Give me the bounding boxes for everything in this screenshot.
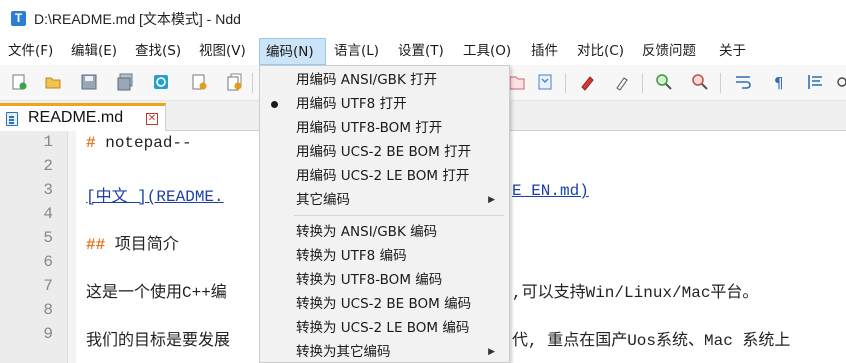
menu-item-open-ucs2-le-bom[interactable]: 用编码 UCS-2 LE BOM 打开 (260, 164, 509, 188)
toolbar-separator (642, 73, 643, 93)
document-icon (6, 112, 18, 126)
checked-radio-icon (271, 101, 278, 108)
line-number: 7 (43, 277, 53, 295)
toolbar-separator (720, 73, 721, 93)
code-line-7: 这是一个使用C++编 (86, 284, 227, 302)
zoom-out-icon[interactable] (691, 73, 709, 91)
line-number-gutter: 1 2 3 4 5 6 7 8 9 (0, 131, 68, 363)
menu-tools[interactable]: 工具(O) (463, 38, 511, 65)
code-line-3-tail: E_EN.md) (512, 182, 589, 200)
menu-encoding[interactable]: 编码(N) (259, 38, 326, 65)
menu-item-open-ucs2-be-bom[interactable]: 用编码 UCS-2 BE BOM 打开 (260, 140, 509, 164)
link-text[interactable]: E_EN.md) (512, 182, 589, 200)
reload-icon[interactable] (152, 73, 170, 91)
menu-item-convert-other[interactable]: 转换为其它编码 ▶ (260, 340, 509, 363)
menu-item-convert-utf8[interactable]: 转换为 UTF8 编码 (260, 244, 509, 268)
line-number: 5 (43, 229, 53, 247)
close-tab-icon[interactable]: ✕ (146, 113, 158, 125)
line-number: 1 (43, 133, 53, 151)
wrap-icon[interactable] (734, 73, 752, 91)
close-all-icon[interactable] (226, 73, 244, 91)
save-all-icon[interactable] (116, 73, 134, 91)
indent-guide-icon[interactable] (806, 73, 824, 91)
line-number: 8 (43, 301, 53, 319)
more-icon[interactable] (836, 73, 846, 91)
link-text[interactable]: [中文 ](README. (86, 188, 224, 206)
toolbar-separator (252, 73, 253, 93)
menu-item-convert-ucs2-le-bom[interactable]: 转换为 UCS-2 LE BOM 编码 (260, 316, 509, 340)
menu-plugins[interactable]: 插件 (531, 38, 558, 65)
menu-item-convert-ansi-gbk[interactable]: 转换为 ANSI/GBK 编码 (260, 220, 509, 244)
fold-margin (68, 131, 76, 363)
window-title: D:\README.md [文本模式] - Ndd (34, 11, 241, 27)
menu-view[interactable]: 视图(V) (199, 38, 246, 65)
toolbar-separator (565, 73, 566, 93)
heading-marker: # (86, 134, 96, 152)
menu-feedback[interactable]: 反馈问题 (642, 38, 696, 65)
line-number: 2 (43, 157, 53, 175)
code-line-9: 我们的目标是要发展 (86, 332, 231, 350)
submenu-arrow-icon: ▶ (488, 347, 495, 357)
show-all-chars-icon[interactable]: ¶ (770, 73, 788, 91)
line-number: 3 (43, 181, 53, 199)
menu-about[interactable]: 关于 (719, 38, 746, 65)
menu-item-convert-ucs2-be-bom[interactable]: 转换为 UCS-2 BE BOM 编码 (260, 292, 509, 316)
menu-compare[interactable]: 对比(C) (577, 38, 624, 65)
menu-item-convert-utf8-bom[interactable]: 转换为 UTF8-BOM 编码 (260, 268, 509, 292)
line-number: 4 (43, 205, 53, 223)
svg-text:¶: ¶ (774, 74, 784, 91)
heading-text: 项目简介 (105, 236, 179, 254)
heading-marker: ## (86, 236, 106, 254)
save-icon[interactable] (80, 73, 98, 91)
encoding-menu: 用编码 ANSI/GBK 打开 用编码 UTF8 打开 用编码 UTF8-BOM… (259, 65, 510, 363)
tab-label: README.md (28, 109, 124, 126)
menu-item-other-encodings[interactable]: 其它编码 ▶ (260, 188, 509, 212)
code-line-3: [中文 ](README. (86, 182, 224, 206)
app-logo-icon: T (11, 11, 26, 26)
eraser-icon[interactable] (614, 73, 632, 91)
code-line-5: ## 项目简介 (86, 230, 179, 254)
code-line-9-tail: 代, 重点在国产Uos系统、Mac 系统上 (512, 332, 791, 350)
line-number: 6 (43, 253, 53, 271)
open-file-icon[interactable] (44, 73, 62, 91)
new-file-icon[interactable] (10, 73, 28, 91)
heading-text: notepad-- (95, 134, 192, 152)
menu-separator (294, 215, 504, 216)
menu-item-open-ansi-gbk[interactable]: 用编码 ANSI/GBK 打开 (260, 68, 509, 92)
menu-settings[interactable]: 设置(T) (398, 38, 444, 65)
menu-file[interactable]: 文件(F) (8, 38, 53, 65)
bookmark-icon[interactable] (536, 73, 554, 91)
zoom-in-icon[interactable] (655, 73, 673, 91)
line-number: 9 (43, 325, 53, 343)
close-file-icon[interactable] (190, 73, 208, 91)
code-line-1: # notepad-- (86, 134, 192, 152)
menu-item-open-utf8[interactable]: 用编码 UTF8 打开 (260, 92, 509, 116)
menu-bar: 文件(F) 编辑(E) 查找(S) 视图(V) 编码(N) 语言(L) 设置(T… (0, 38, 846, 65)
menu-language[interactable]: 语言(L) (334, 38, 379, 65)
copy-icon[interactable] (508, 73, 526, 91)
menu-find[interactable]: 查找(S) (135, 38, 181, 65)
title-bar: T D:\README.md [文本模式] - Ndd (0, 0, 846, 38)
menu-item-open-utf8-bom[interactable]: 用编码 UTF8-BOM 打开 (260, 116, 509, 140)
tab-readme[interactable]: README.md ✕ (0, 103, 166, 131)
code-line-7-tail: ,可以支持Win/Linux/Mac平台。 (512, 284, 759, 302)
menu-edit[interactable]: 编辑(E) (71, 38, 117, 65)
submenu-arrow-icon: ▶ (488, 195, 495, 205)
clear-icon[interactable] (578, 73, 596, 91)
